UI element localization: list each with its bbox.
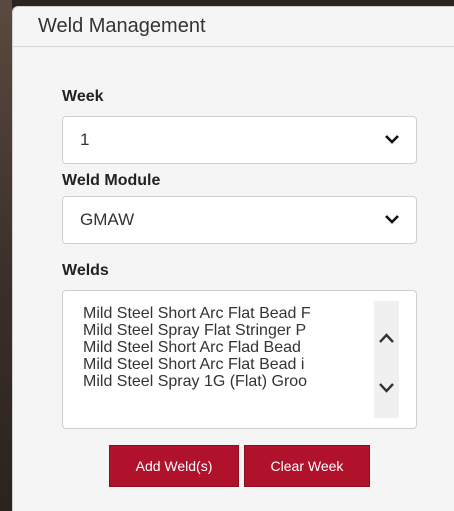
- welds-listbox[interactable]: Mild Steel Short Arc Flat Bead F Mild St…: [62, 290, 417, 429]
- list-item[interactable]: Mild Steel Spray Flat Stringer P: [83, 322, 373, 339]
- weld-module-label: Weld Module: [62, 172, 161, 189]
- weld-module-select[interactable]: GMAW: [62, 196, 417, 244]
- add-welds-button[interactable]: Add Weld(s): [109, 445, 239, 487]
- week-select-value: 1: [80, 130, 90, 149]
- welds-scrollbar[interactable]: [374, 301, 399, 418]
- weld-management-panel: Weld Management Week 1 Weld Module GMAW …: [12, 6, 454, 511]
- week-label: Week: [62, 88, 104, 105]
- welds-list: Mild Steel Short Arc Flat Bead F Mild St…: [83, 305, 373, 390]
- scroll-up-icon[interactable]: [378, 331, 395, 345]
- clear-week-button[interactable]: Clear Week: [244, 445, 370, 487]
- weld-module-select-value: GMAW: [80, 210, 135, 229]
- list-item[interactable]: Mild Steel Short Arc Flat Bead i: [83, 356, 373, 373]
- panel-title: Weld Management: [38, 15, 206, 37]
- list-item[interactable]: Mild Steel Spray 1G (Flat) Groo: [83, 373, 373, 390]
- chevron-down-icon: [385, 135, 399, 144]
- list-item[interactable]: Mild Steel Short Arc Flad Bead: [83, 339, 373, 356]
- week-select[interactable]: 1: [62, 116, 417, 164]
- list-item[interactable]: Mild Steel Short Arc Flat Bead F: [83, 305, 373, 322]
- background-edge: [0, 0, 12, 511]
- welds-label: Welds: [62, 262, 109, 279]
- scroll-down-icon[interactable]: [378, 381, 395, 395]
- panel-header: Weld Management: [13, 7, 454, 47]
- chevron-down-icon: [385, 215, 399, 224]
